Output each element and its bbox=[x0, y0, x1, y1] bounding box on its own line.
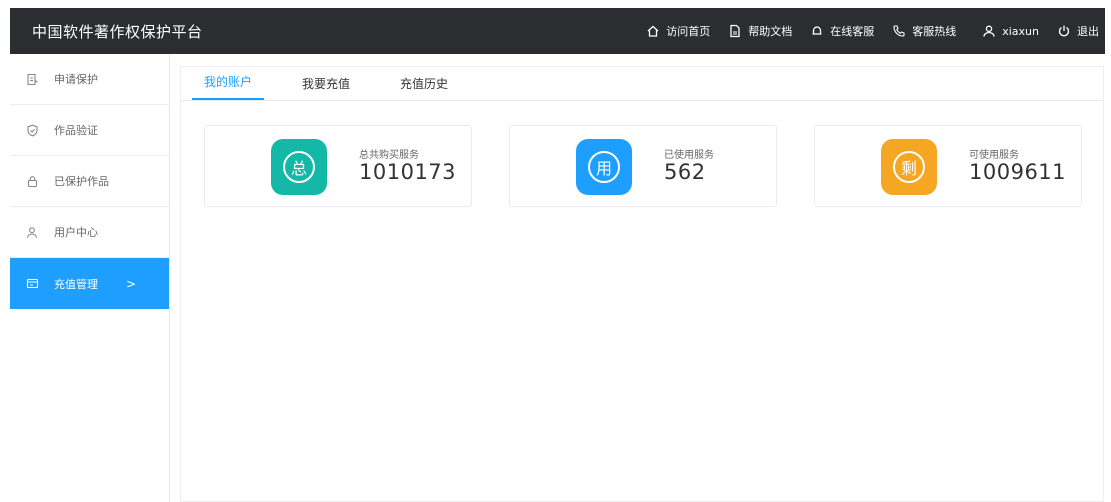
nav-home-link[interactable]: 访问首页 bbox=[646, 23, 710, 39]
available-badge-icon: 剩 bbox=[893, 151, 925, 183]
home-icon bbox=[646, 24, 660, 38]
sidebar-item-verify[interactable]: 作品验证 bbox=[10, 105, 169, 156]
stat-label: 可使用服务 bbox=[969, 150, 1019, 161]
user-icon bbox=[982, 24, 996, 38]
nav-hotline-label: 客服热线 bbox=[912, 25, 957, 38]
brand-title: 中国软件著作权保护平台 bbox=[32, 22, 203, 41]
lock-icon bbox=[26, 175, 39, 188]
available-badge: 剩 bbox=[881, 139, 937, 195]
tab-my-account[interactable]: 我的账户 bbox=[192, 73, 265, 100]
stat-value: 562 bbox=[664, 160, 706, 184]
document-icon bbox=[728, 24, 742, 38]
tab-recharge-history[interactable]: 充值历史 bbox=[388, 75, 460, 100]
sidebar-item-label: 用户中心 bbox=[54, 226, 98, 239]
nav-home-label: 访问首页 bbox=[666, 25, 711, 38]
used-badge-icon: 用 bbox=[588, 151, 620, 183]
chevron-right-icon: > bbox=[126, 276, 137, 291]
nav-online-service-label: 在线客服 bbox=[830, 25, 875, 38]
sidebar-item-label: 作品验证 bbox=[54, 124, 98, 137]
used-badge: 用 bbox=[576, 139, 632, 195]
nav-docs-label: 帮助文档 bbox=[748, 25, 793, 38]
sidebar-item-user-center[interactable]: 用户中心 bbox=[10, 207, 169, 258]
logout-label: 退出 bbox=[1077, 25, 1099, 38]
username: xiaxun bbox=[1002, 24, 1039, 38]
top-bar: 中国软件著作权保护平台 访问首页 帮助文档 在线客服 客服热线 xiaxun 退… bbox=[10, 8, 1105, 54]
apply-icon bbox=[26, 73, 39, 86]
phone-icon bbox=[892, 24, 906, 38]
logout-button[interactable]: 退出 bbox=[1057, 23, 1099, 39]
stat-label: 已使用服务 bbox=[664, 150, 714, 161]
stat-value: 1010173 bbox=[359, 160, 457, 184]
user-icon bbox=[26, 226, 39, 239]
sidebar-item-label: 申请保护 bbox=[54, 73, 98, 86]
shield-check-icon bbox=[26, 124, 39, 137]
stat-value: 1009611 bbox=[969, 160, 1067, 184]
bell-icon bbox=[810, 24, 824, 38]
stat-card-available: 剩 可使用服务 1009611 bbox=[814, 125, 1082, 207]
stat-card-total: 总 总共购买服务 1010173 bbox=[204, 125, 472, 207]
stat-label: 总共购买服务 bbox=[359, 150, 419, 161]
nav-hotline-link[interactable]: 客服热线 bbox=[892, 23, 956, 39]
nav-docs-link[interactable]: 帮助文档 bbox=[728, 23, 792, 39]
nav-online-service-link[interactable]: 在线客服 bbox=[810, 23, 874, 39]
sidebar-item-apply[interactable]: 申请保护 bbox=[10, 54, 169, 105]
top-nav: 访问首页 帮助文档 在线客服 客服热线 xiaxun 退出 bbox=[628, 23, 1105, 39]
main-panel: 我的账户 我要充值 充值历史 总 总共购买服务 1010173 用 已使用服务 … bbox=[180, 66, 1104, 502]
total-badge-icon: 总 bbox=[283, 151, 315, 183]
sidebar: 申请保护 作品验证 已保护作品 用户中心 充值管理 > bbox=[10, 54, 170, 502]
sidebar-item-protected-works[interactable]: 已保护作品 bbox=[10, 156, 169, 207]
sidebar-item-recharge[interactable]: 充值管理 > bbox=[10, 258, 169, 309]
wallet-icon bbox=[26, 277, 39, 290]
user-menu[interactable]: xiaxun bbox=[982, 24, 1039, 38]
power-icon bbox=[1057, 24, 1071, 38]
stats-cards: 总 总共购买服务 1010173 用 已使用服务 562 剩 可使用服务 100… bbox=[204, 125, 1084, 207]
sidebar-item-label: 已保护作品 bbox=[54, 175, 109, 188]
tab-bar: 我的账户 我要充值 充值历史 bbox=[181, 67, 1103, 101]
sidebar-item-label: 充值管理 bbox=[54, 277, 98, 291]
total-badge: 总 bbox=[271, 139, 327, 195]
tab-recharge[interactable]: 我要充值 bbox=[290, 75, 362, 100]
stat-card-used: 用 已使用服务 562 bbox=[509, 125, 777, 207]
